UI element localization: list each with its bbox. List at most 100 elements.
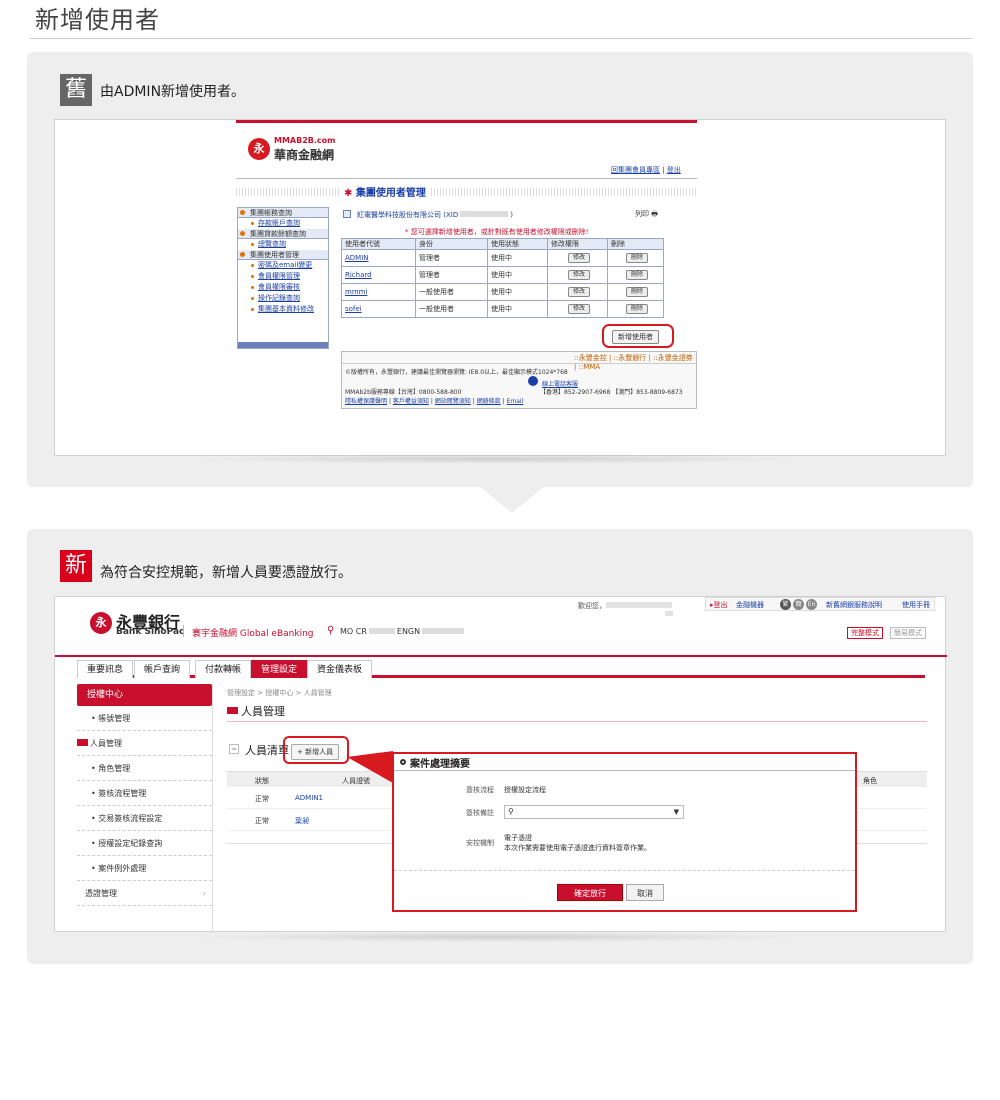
footer-tab[interactable]: ::永豐銀行 (614, 354, 647, 362)
masked (368, 628, 395, 634)
tab-accounts[interactable]: 帳戶查詢 (134, 660, 191, 678)
footer-tab[interactable]: ::永豐金控 (574, 354, 607, 362)
sidebar-item[interactable]: • 案件例外處理 (77, 856, 212, 881)
confirm-release-button[interactable]: 確定放行 (557, 884, 623, 901)
footer-link[interactable]: 網絡條款 (477, 398, 501, 405)
user-id-link[interactable]: sofei (341, 300, 416, 318)
old-side-group-3[interactable]: 集團使用者管理 (238, 250, 328, 260)
user-id-link[interactable]: Richard (341, 266, 416, 284)
transition-arrow (480, 487, 544, 513)
user-id-link[interactable]: mmmi (341, 283, 416, 301)
old-side-item[interactable]: 密碼及email變更 (238, 260, 328, 271)
edit-button[interactable]: 修改 (567, 270, 590, 280)
user-name: MO CR ENGN (340, 627, 465, 636)
modal-title-icon (400, 759, 406, 765)
old-add-user-button[interactable]: 新增使用者 (612, 330, 659, 344)
lang-simp-icon[interactable]: 簡 (793, 599, 804, 610)
edit-button[interactable]: 修改 (567, 287, 590, 297)
user-id-link[interactable]: ADMIN (341, 249, 416, 267)
masked-welcome-2 (665, 611, 673, 616)
modal-footer-rule (394, 870, 855, 871)
sidebar-item[interactable]: • 交易簽核流程設定 (77, 806, 212, 831)
old-side-group-2[interactable]: 集團貸款餘額查詢 (238, 229, 328, 239)
logout-link[interactable]: ▸登出 (710, 600, 728, 610)
sidebar-item-active[interactable]: 人員管理 (77, 731, 212, 756)
id-link[interactable]: ADMIN1 (295, 794, 323, 802)
chevron-down-icon: ▼ (673, 808, 679, 816)
full-mode-button[interactable]: 完整模式 (847, 627, 883, 639)
location-pin-icon: ⚲ (327, 625, 335, 636)
old-footer: ::永豐金控 | ::永豐銀行 | ::永豐金證券 | ::MMA ©版權所有，… (341, 351, 697, 409)
sidebar-item[interactable]: • 授權設定紀錄查詢 (77, 831, 212, 856)
sidebar-item[interactable]: • 簽核流程管理 (77, 781, 212, 806)
modal-rule (394, 770, 855, 771)
col-header: 刪除 (607, 238, 664, 250)
old-section-title: ✱ 集團使用者管理 (341, 184, 429, 199)
case-summary-modal: 案件處理摘要 簽核流程 授權設定流程 簽核備註 ⚲ ▼ 安控機制 電子憑證 本次… (392, 752, 857, 912)
sidebar-item-cert[interactable]: 憑證管理 › (77, 881, 212, 906)
simple-mode-button[interactable]: 簡易模式 (890, 627, 926, 639)
old-side-item[interactable]: 總覽查詢 (238, 239, 328, 250)
tab-news[interactable]: 重要訊息 (77, 660, 134, 678)
new-screenshot: 永 永豐銀行 Bank SinoPac 寰宇金融網 Global eBankin… (54, 596, 947, 933)
footer-tab[interactable]: ::MMA (579, 363, 601, 371)
old-sidebar: 集團帳務查詢 存款帳戶查詢 集團貸款餘額查詢 總覽查詢 集團使用者管理 密碼及e… (237, 207, 329, 349)
sidebar-item[interactable]: • 帳號管理 (77, 706, 212, 731)
old-print-button[interactable]: 列印 🖶 (635, 209, 658, 221)
tab-settings[interactable]: 管理設定 (251, 660, 308, 678)
id-link[interactable]: 葉昶 (295, 816, 309, 826)
footer-link[interactable]: 隱私權保護聲明 (345, 398, 387, 405)
lang-trad-icon[interactable]: 繁 (780, 599, 791, 610)
delete-button[interactable]: 刪除 (625, 287, 648, 297)
collapse-icon[interactable]: ≈ (229, 744, 239, 754)
page-title: 新增使用者 (35, 6, 160, 34)
lang-en-icon[interactable]: En (806, 599, 817, 610)
old-logo-en: MMAB2B.com (274, 136, 336, 145)
sidebar-item[interactable]: • 角色管理 (77, 756, 212, 781)
footer-tab[interactable]: ::永豐金證券 (653, 354, 693, 362)
delete-button[interactable]: 刪除 (625, 253, 648, 263)
tab-payments[interactable]: 付款轉帳 (195, 660, 252, 678)
finance-link[interactable]: 金融機器 (736, 600, 764, 610)
bank-name-en: Bank SinoPac (116, 627, 185, 637)
footer-link[interactable]: 網站閱覽須知 (435, 398, 471, 405)
old-company-icon (343, 210, 351, 218)
old-side-group-1[interactable]: 集團帳務查詢 (238, 208, 328, 218)
delete-button[interactable]: 刪除 (625, 270, 648, 280)
search-icon: ⚲ (508, 807, 514, 816)
old-user-table: 使用者代號 身份 使用狀態 修改權限 刪除 ADMIN 管理者 使用中 修改 刪… (341, 238, 664, 318)
page-heading: 人員管理 (241, 705, 285, 718)
manual-link[interactable]: 使用手冊 (902, 600, 930, 610)
cancel-button[interactable]: 取消 (626, 884, 664, 901)
old-logout-link[interactable]: 登出 (667, 166, 681, 174)
delete-button[interactable]: 刪除 (625, 304, 648, 314)
old-logo-icon: 永 (248, 138, 270, 160)
edit-button[interactable]: 修改 (567, 253, 590, 263)
footer-link[interactable]: Email (507, 398, 524, 405)
table-row: ADMIN 管理者 使用中 修改 刪除 (341, 249, 664, 267)
old-side-item[interactable]: 存款帳戶查詢 (238, 218, 328, 229)
cell: 一般使用者 (415, 283, 488, 301)
old-sep: | (662, 166, 665, 174)
old-side-item[interactable]: 會員權限審核 (238, 282, 328, 293)
old-side-item[interactable]: 集團基本資料修改 (238, 304, 328, 315)
add-member-button[interactable]: + 新增人員 (291, 744, 340, 760)
cell: 使用中 (487, 300, 548, 318)
old-badge: 舊 (60, 74, 92, 106)
masked-welcome (606, 602, 672, 608)
edit-button[interactable]: 修改 (567, 304, 590, 314)
service-info-link[interactable]: 新舊網銀服務說明 (826, 600, 882, 610)
old-sidebar-foot (238, 342, 328, 348)
sidebar-title[interactable]: 授權中心 (77, 684, 212, 706)
sidebar-divider (212, 684, 213, 933)
tab-dashboard[interactable]: 資金儀表板 (307, 660, 373, 678)
old-side-item[interactable]: 操作記錄查詢 (238, 293, 328, 304)
old-side-item-active[interactable]: 會員權限管理 (238, 271, 328, 282)
col-header: 使用者代號 (341, 238, 416, 250)
footer-link[interactable]: 客戶權益須知 (393, 398, 429, 405)
old-top-accent (236, 120, 697, 123)
new-panel: 新 為符合安控規範，新增人員要憑證放行。 永 永豐銀行 Bank SinoPac… (27, 529, 973, 964)
old-banner (236, 188, 697, 196)
remark-select[interactable]: ⚲ ▼ (504, 805, 684, 819)
old-member-link[interactable]: 回集團會員專區 (611, 166, 660, 174)
